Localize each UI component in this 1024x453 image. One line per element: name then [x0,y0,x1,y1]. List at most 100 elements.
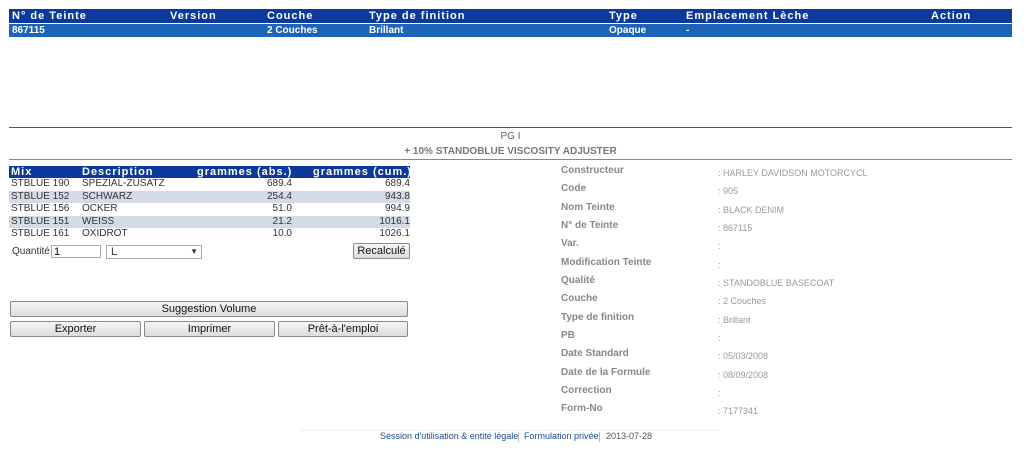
detail-value: : Brillant [718,314,751,325]
ready-to-use-button[interactable]: Prêt-à-l'emploi [278,321,408,337]
detail-value: : BLACK DENIM [718,204,785,215]
detail-value: : [718,259,721,270]
cell-mix: STBLUE 190 [11,178,70,189]
detail-label: Nom Teinte [561,201,615,213]
color-details-panel: Constructeur : HARLEY DAVIDSON MOTORCYCL… [561,164,1011,421]
cell-mix: STBLUE 156 [11,203,70,214]
cell-abs: 689.4 [266,178,292,189]
detail-label: Correction [561,385,612,397]
footer-separator [599,432,600,442]
unit-select-value: L [111,246,118,258]
results-table-header: N° de Teinte Version Couche Type de fini… [9,9,1012,23]
detail-row-couche: Couche : 2 Couches [561,292,1011,310]
col-header-version[interactable]: Version [170,10,217,22]
formula-title: PG I [500,131,521,142]
cell-cum: 689.4 [384,178,410,189]
color-results-table: N° de Teinte Version Couche Type de fini… [9,9,1012,37]
detail-value: : HARLEY DAVIDSON MOTORCYCL [718,168,868,178]
divider [9,159,1012,160]
quantity-input[interactable] [51,245,101,258]
col-header-abs: grammes (abs.) [197,166,293,178]
cell-abs: 21.2 [272,215,292,227]
cell-couche: 2 Couches [267,25,318,36]
detail-row-constructeur: Constructeur : HARLEY DAVIDSON MOTORCYCL [561,164,1011,182]
detail-label: Date Standard [561,348,629,360]
table-row: STBLUE 152 SCHWARZ 254.4 943.8 [9,190,410,203]
detail-label: Code [561,183,586,195]
detail-row-correction: Correction : [561,384,1011,402]
detail-label: Constructeur [561,165,624,176]
detail-row-teinte: N° de Teinte : 867115 [561,219,1011,237]
detail-label: Type de finition [561,311,635,323]
detail-label: Date de la Formule [561,366,651,378]
detail-row-var: Var. : [561,237,1011,255]
detail-value: : [718,388,721,399]
detail-row-code: Code : 905 [561,182,1011,200]
detail-row-date-formule: Date de la Formule : 08/09/2008 [561,366,1011,384]
suggestion-volume-button[interactable]: Suggestion Volume [10,301,408,317]
col-header-finition[interactable]: Type de finition [369,10,465,22]
cell-description: WEISS [82,215,115,227]
detail-label: Var. [561,238,579,250]
recalculate-button[interactable]: Recalculé [353,243,410,259]
detail-value: : 05/03/2008 [718,351,769,362]
table-row: STBLUE 190 SPEZIAL-ZUSATZ 689.4 689.4 [9,178,410,191]
unit-select[interactable]: L ▼ [106,245,202,259]
cell-cum: 1026.1 [379,228,410,239]
detail-value: : 867115 [718,223,753,234]
detail-value: : 08/09/2008 [718,369,769,380]
detail-value: : 7177341 [718,406,759,417]
quantity-label: Quantité [12,246,50,257]
col-header-emplacement[interactable]: Emplacement Lèche [686,10,809,22]
detail-row-modification: Modification Teinte : [561,256,1011,274]
col-header-cum: grammes (cum.) [313,166,412,178]
col-header-type[interactable]: Type [609,10,638,22]
export-button[interactable]: Exporter [10,321,141,337]
cell-abs: 254.4 [266,190,292,202]
cell-description: OCKER [82,203,118,214]
table-row: STBLUE 156 OCKER 51.0 994.9 [9,203,410,216]
detail-row-qualite: Qualité : STANDOBLUE BASECOAT [561,274,1011,292]
cell-description: SPEZIAL-ZUSATZ [82,178,165,189]
cell-teinte: 867115 [12,25,45,36]
formula-subtitle: + 10% STANDOBLUE VISCOSITY ADJUSTER [404,146,617,157]
table-row[interactable]: 867115 2 Couches Brillant Opaque - [9,23,1012,37]
private-formulation-link[interactable]: Formulation privée [524,431,599,441]
detail-label: PB [561,330,575,342]
cell-mix: STBLUE 152 [11,190,70,202]
detail-value: : 905 [718,186,739,197]
detail-value: : STANDOBLUE BASECOAT [718,278,835,289]
chevron-down-icon: ▼ [190,247,198,256]
detail-row-nom-teinte: Nom Teinte : BLACK DENIM [561,201,1011,219]
cell-cum: 943.8 [384,190,410,202]
cell-mix: STBLUE 151 [11,215,70,227]
footer-separator [518,432,519,442]
footer-date: 2013-07-28 [606,431,653,441]
cell-description: SCHWARZ [82,190,133,202]
detail-label: Form-No [561,403,603,415]
detail-label: N° de Teinte [561,220,619,232]
session-link[interactable]: Session d'utilisation & entité légale [380,431,518,441]
cell-type: Opaque [609,25,647,36]
col-header-description: Description [82,166,154,178]
cell-cum: 1016.1 [379,215,410,227]
cell-mix: STBLUE 161 [11,228,70,239]
detail-value: : 2 Couches [718,296,767,307]
detail-value: : [718,333,721,344]
col-header-teinte[interactable]: N° de Teinte [12,10,87,22]
cell-cum: 994.9 [384,203,410,214]
mix-table: Mix Description grammes (abs.) grammes (… [9,166,412,241]
detail-row-pb: PB : [561,329,1011,347]
col-header-couche[interactable]: Couche [267,10,313,22]
divider [9,127,1012,128]
detail-row-finition: Type de finition : Brillant [561,311,1011,329]
detail-label: Modification Teinte [561,256,652,268]
cell-abs: 51.0 [272,203,292,214]
col-header-mix: Mix [11,166,33,178]
print-button[interactable]: Imprimer [144,321,275,337]
detail-label: Qualité [561,275,595,287]
mix-table-header: Mix Description grammes (abs.) grammes (… [9,166,412,178]
detail-row-form-no: Form-No : 7177341 [561,402,1011,420]
col-header-action[interactable]: Action [931,10,971,22]
table-row: STBLUE 151 WEISS 21.2 1016.1 [9,215,410,228]
